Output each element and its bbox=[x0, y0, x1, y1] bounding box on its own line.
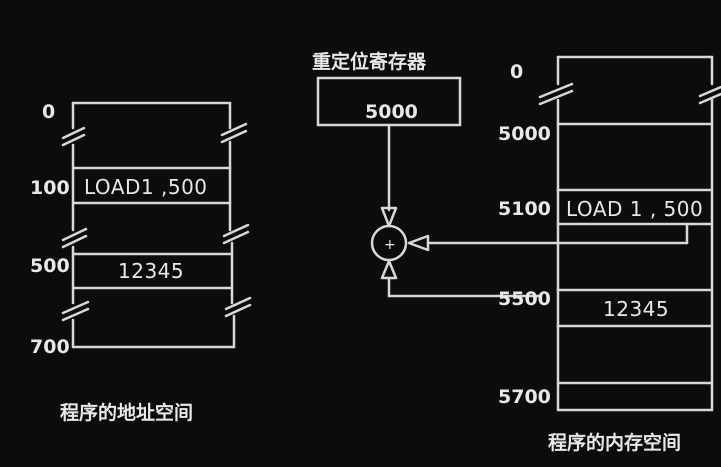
memory-address-5500: 5500 bbox=[498, 288, 551, 310]
memory-address-5700: 5700 bbox=[498, 386, 551, 408]
program-instruction-cell: LOAD1 ,500 bbox=[84, 175, 208, 199]
register-value: 5000 bbox=[365, 101, 418, 123]
program-memory-space: 0 5000 5100 5500 5700 LOAD 1 , 500 12345… bbox=[498, 55, 721, 454]
program-address-0: 0 bbox=[42, 101, 55, 123]
adder-plus-symbol: + bbox=[384, 237, 396, 253]
memory-instruction-cell: LOAD 1 , 500 bbox=[566, 197, 703, 221]
program-address-500: 500 bbox=[30, 255, 70, 277]
program-address-700: 700 bbox=[30, 336, 70, 358]
program-address-space: 0 100 500 700 LOAD1 ,500 12345 程序的地址空间 bbox=[30, 101, 252, 424]
memory-space-caption: 程序的内存空间 bbox=[548, 431, 681, 454]
diagram-canvas: 0 100 500 700 LOAD1 ,500 12345 程序的地址空间 重… bbox=[30, 50, 721, 454]
relocation-register: 重定位寄存器 5000 bbox=[312, 50, 462, 127]
program-data-cell: 12345 bbox=[118, 259, 184, 283]
memory-data-cell: 12345 bbox=[603, 297, 669, 321]
memory-address-5100: 5100 bbox=[498, 198, 551, 220]
memory-address-0: 0 bbox=[510, 61, 523, 83]
register-title: 重定位寄存器 bbox=[312, 50, 427, 73]
program-space-caption: 程序的地址空间 bbox=[60, 401, 193, 424]
memory-address-5000: 5000 bbox=[498, 123, 551, 145]
program-address-100: 100 bbox=[30, 177, 70, 199]
relocation-diagram: 0 100 500 700 LOAD1 ,500 12345 程序的地址空间 重… bbox=[0, 0, 721, 467]
